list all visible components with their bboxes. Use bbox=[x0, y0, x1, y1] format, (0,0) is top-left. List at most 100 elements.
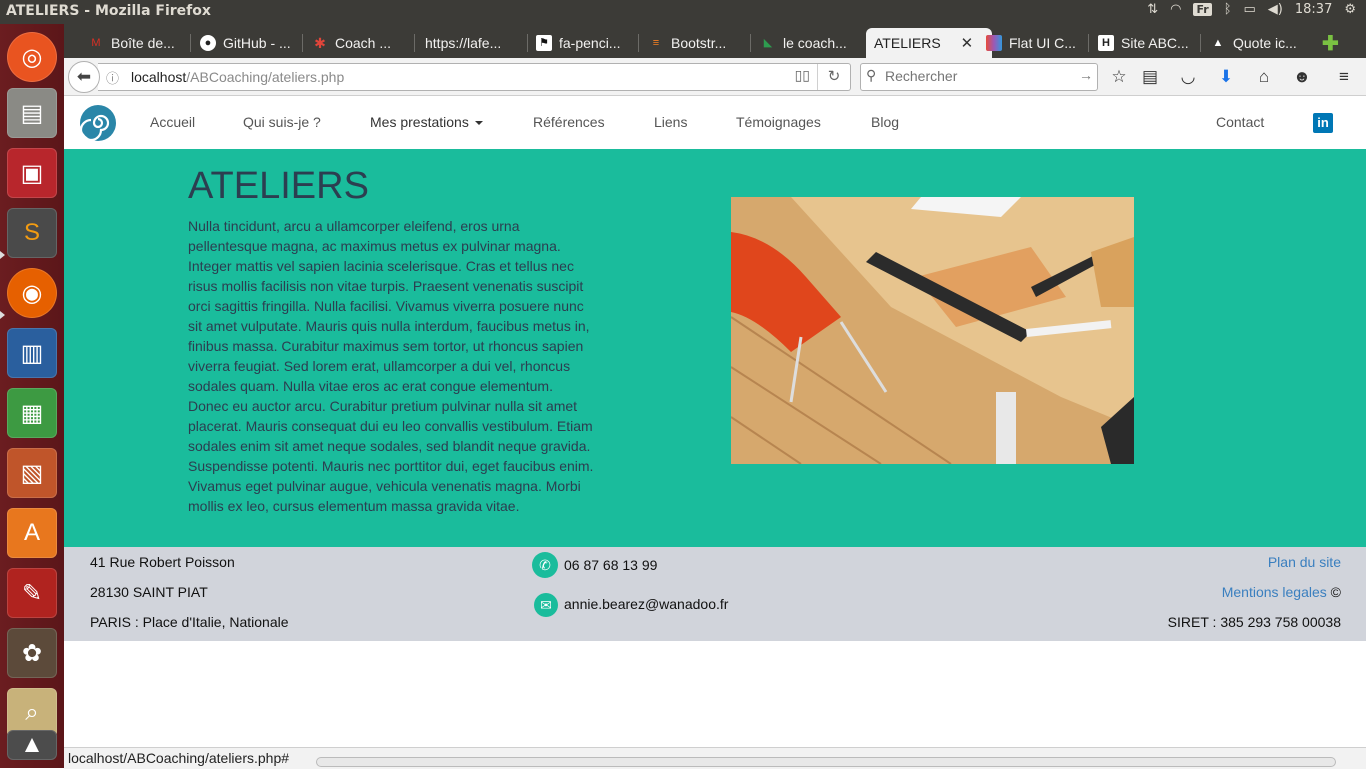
tab-fa-pencil[interactable]: ⚑ fa-penci... bbox=[536, 28, 632, 58]
spiral-logo-icon bbox=[79, 106, 115, 142]
tab-bootstrap[interactable]: ≡ Bootstr... bbox=[648, 28, 744, 58]
stackoverflow-icon: ≡ bbox=[652, 37, 660, 49]
power-gear-icon[interactable]: ⚙ bbox=[1344, 2, 1356, 17]
menu-icon[interactable]: ≡ bbox=[1332, 65, 1356, 89]
tab-flat-ui[interactable]: Flat UI C... bbox=[986, 28, 1082, 58]
email-icon: ✉ bbox=[534, 593, 558, 617]
h-icon: H bbox=[1098, 35, 1114, 51]
tab-site-abc[interactable]: H Site ABC... bbox=[1098, 28, 1194, 58]
nav-blog[interactable]: Blog bbox=[871, 114, 899, 130]
system-top-panel: ATELIERS - Mozilla Firefox ⇅ ◠ Fr ᛒ ▭ ◀)… bbox=[0, 0, 1366, 24]
new-tab-button[interactable]: ✚ bbox=[1322, 28, 1346, 58]
firefox-icon[interactable]: ◉ bbox=[7, 268, 57, 318]
site-info-icon[interactable]: ⓘ bbox=[106, 68, 119, 87]
reader-view-icon[interactable]: ▯▯ bbox=[795, 67, 810, 84]
hero-section: ATELIERS Nulla tincidunt, arcu a ullamco… bbox=[64, 149, 1366, 547]
page-title: ATELIERS bbox=[188, 165, 369, 207]
nav-qui-suis-je[interactable]: Qui suis-je ? bbox=[243, 114, 321, 130]
nav-references[interactable]: Références bbox=[533, 114, 605, 130]
gimp-icon[interactable]: ✿ bbox=[7, 628, 57, 678]
web-page: Accueil Qui suis-je ? Mes prestations Ré… bbox=[64, 96, 1366, 756]
system-settings-icon[interactable]: ✎ bbox=[7, 568, 57, 618]
nav-temoignages[interactable]: Témoignages bbox=[736, 114, 821, 130]
bookmark-star-icon[interactable]: ☆ bbox=[1107, 65, 1131, 89]
nav-dropdown-label: Mes prestations bbox=[370, 114, 469, 130]
libreoffice-writer-icon[interactable]: ▥ bbox=[7, 328, 57, 378]
tab-label: fa-penci... bbox=[559, 35, 621, 51]
tab-ateliers[interactable]: ATELIERS ✕ bbox=[866, 28, 992, 58]
volume-icon[interactable]: ◀) bbox=[1268, 2, 1283, 17]
legal-line: Mentions legales © bbox=[1222, 584, 1341, 600]
tab-label: le coach... bbox=[783, 35, 847, 51]
libreoffice-calc-icon[interactable]: ▦ bbox=[7, 388, 57, 438]
url-bar[interactable]: ⓘ localhost/ABCoaching/ateliers.php ▯▯ ↻ bbox=[98, 63, 851, 91]
transfer-icon[interactable]: ⇅ bbox=[1147, 2, 1158, 17]
files-icon[interactable]: ▤ bbox=[7, 88, 57, 138]
reload-icon[interactable]: ↻ bbox=[817, 64, 850, 90]
tab-label: ATELIERS bbox=[874, 35, 941, 51]
tab-le-coach[interactable]: ◣ le coach... bbox=[760, 28, 856, 58]
wifi-icon[interactable]: ◠ bbox=[1170, 2, 1181, 17]
nav-mes-prestations[interactable]: Mes prestations bbox=[370, 114, 483, 130]
tab-label: Boîte de... bbox=[111, 35, 175, 51]
keyboard-layout-indicator[interactable]: Fr bbox=[1193, 3, 1212, 16]
battery-icon[interactable]: ▭ bbox=[1244, 2, 1256, 17]
tab-label: Site ABC... bbox=[1121, 35, 1189, 51]
search-icon: ⚲ bbox=[866, 67, 877, 83]
site-navbar: Accueil Qui suis-je ? Mes prestations Ré… bbox=[64, 96, 1366, 149]
chat-icon[interactable]: ☻ bbox=[1290, 65, 1314, 89]
legal-link[interactable]: Mentions legales bbox=[1222, 584, 1327, 600]
workspace-photo bbox=[731, 197, 1134, 464]
tab-label: https://lafe... bbox=[425, 35, 502, 51]
browser-toolbar: ⓘ localhost/ABCoaching/ateliers.php ▯▯ ↻… bbox=[64, 58, 1366, 96]
search-bar[interactable]: ⚲ → bbox=[860, 63, 1098, 91]
quote-icon: ▲ bbox=[1212, 37, 1224, 49]
site-logo[interactable] bbox=[79, 105, 116, 142]
arrow-left-icon: ⬅ bbox=[76, 67, 92, 86]
tab-label: Bootstr... bbox=[671, 35, 727, 51]
star-icon: ✱ bbox=[314, 35, 326, 51]
intro-paragraph: Nulla tincidunt, arcu a ullamcorper elei… bbox=[188, 218, 594, 514]
close-tab-icon[interactable]: ✕ bbox=[961, 34, 974, 52]
tab-label: Quote ic... bbox=[1233, 35, 1297, 51]
nav-liens[interactable]: Liens bbox=[654, 114, 687, 130]
tab-github[interactable]: ● GitHub - ... bbox=[200, 28, 296, 58]
sitemap-link[interactable]: Plan du site bbox=[1268, 554, 1341, 570]
bookmarks-menu-icon[interactable]: ▤ bbox=[1138, 65, 1162, 89]
bookmark-icon: ◣ bbox=[763, 37, 773, 49]
tab-quote[interactable]: ▲ Quote ic... bbox=[1210, 28, 1306, 58]
tab-lafe[interactable]: https://lafe... bbox=[425, 28, 521, 58]
downloads-icon[interactable]: ⬇ bbox=[1214, 65, 1238, 89]
nav-contact[interactable]: Contact bbox=[1216, 114, 1264, 130]
software-center-icon[interactable]: A bbox=[7, 508, 57, 558]
tab-coach[interactable]: ✱ Coach ... bbox=[312, 28, 408, 58]
unity-launcher: ◎ ▤ ▣ S ◉ ▥ ▦ ▧ A ✎ ✿ ⌕ ▲ bbox=[0, 24, 64, 768]
github-icon: ● bbox=[200, 35, 216, 51]
clock[interactable]: 18:37 bbox=[1295, 2, 1332, 17]
search-input[interactable] bbox=[883, 67, 1077, 85]
copyright-symbol: © bbox=[1330, 584, 1341, 600]
browser-tab-bar: M Boîte de... ● GitHub - ... ✱ Coach ...… bbox=[64, 24, 1366, 58]
pocket-icon[interactable]: ◡ bbox=[1176, 65, 1200, 89]
linkedin-icon[interactable]: in bbox=[1313, 113, 1333, 133]
horizontal-scrollbar[interactable] bbox=[316, 757, 1336, 767]
url-text[interactable]: localhost/ABCoaching/ateliers.php bbox=[131, 69, 344, 85]
terminal-icon[interactable]: ▣ bbox=[7, 148, 57, 198]
address-line-1: 41 Rue Robert Poisson bbox=[90, 554, 235, 570]
search-go-icon[interactable]: → bbox=[1079, 67, 1093, 83]
siret-number: SIRET : 385 293 758 00038 bbox=[1167, 614, 1341, 630]
system-indicators: ⇅ ◠ Fr ᛒ ▭ ◀) 18:37 ⚙ bbox=[1147, 2, 1356, 17]
home-icon[interactable]: ⌂ bbox=[1252, 65, 1276, 89]
libreoffice-impress-icon[interactable]: ▧ bbox=[7, 448, 57, 498]
back-button[interactable]: ⬅ bbox=[68, 61, 100, 93]
tab-gmail[interactable]: M Boîte de... bbox=[88, 28, 184, 58]
bluetooth-icon[interactable]: ᛒ bbox=[1224, 2, 1232, 17]
palette-icon bbox=[986, 35, 1002, 51]
nav-accueil[interactable]: Accueil bbox=[150, 114, 195, 130]
ubuntu-dash-icon[interactable]: ◎ bbox=[7, 32, 57, 82]
sublime-text-icon[interactable]: S bbox=[7, 208, 57, 258]
window-title: ATELIERS - Mozilla Firefox bbox=[6, 3, 211, 19]
trash-icon[interactable]: ▲ bbox=[7, 730, 57, 760]
caret-down-icon bbox=[474, 121, 483, 126]
gmail-icon: M bbox=[91, 37, 101, 49]
